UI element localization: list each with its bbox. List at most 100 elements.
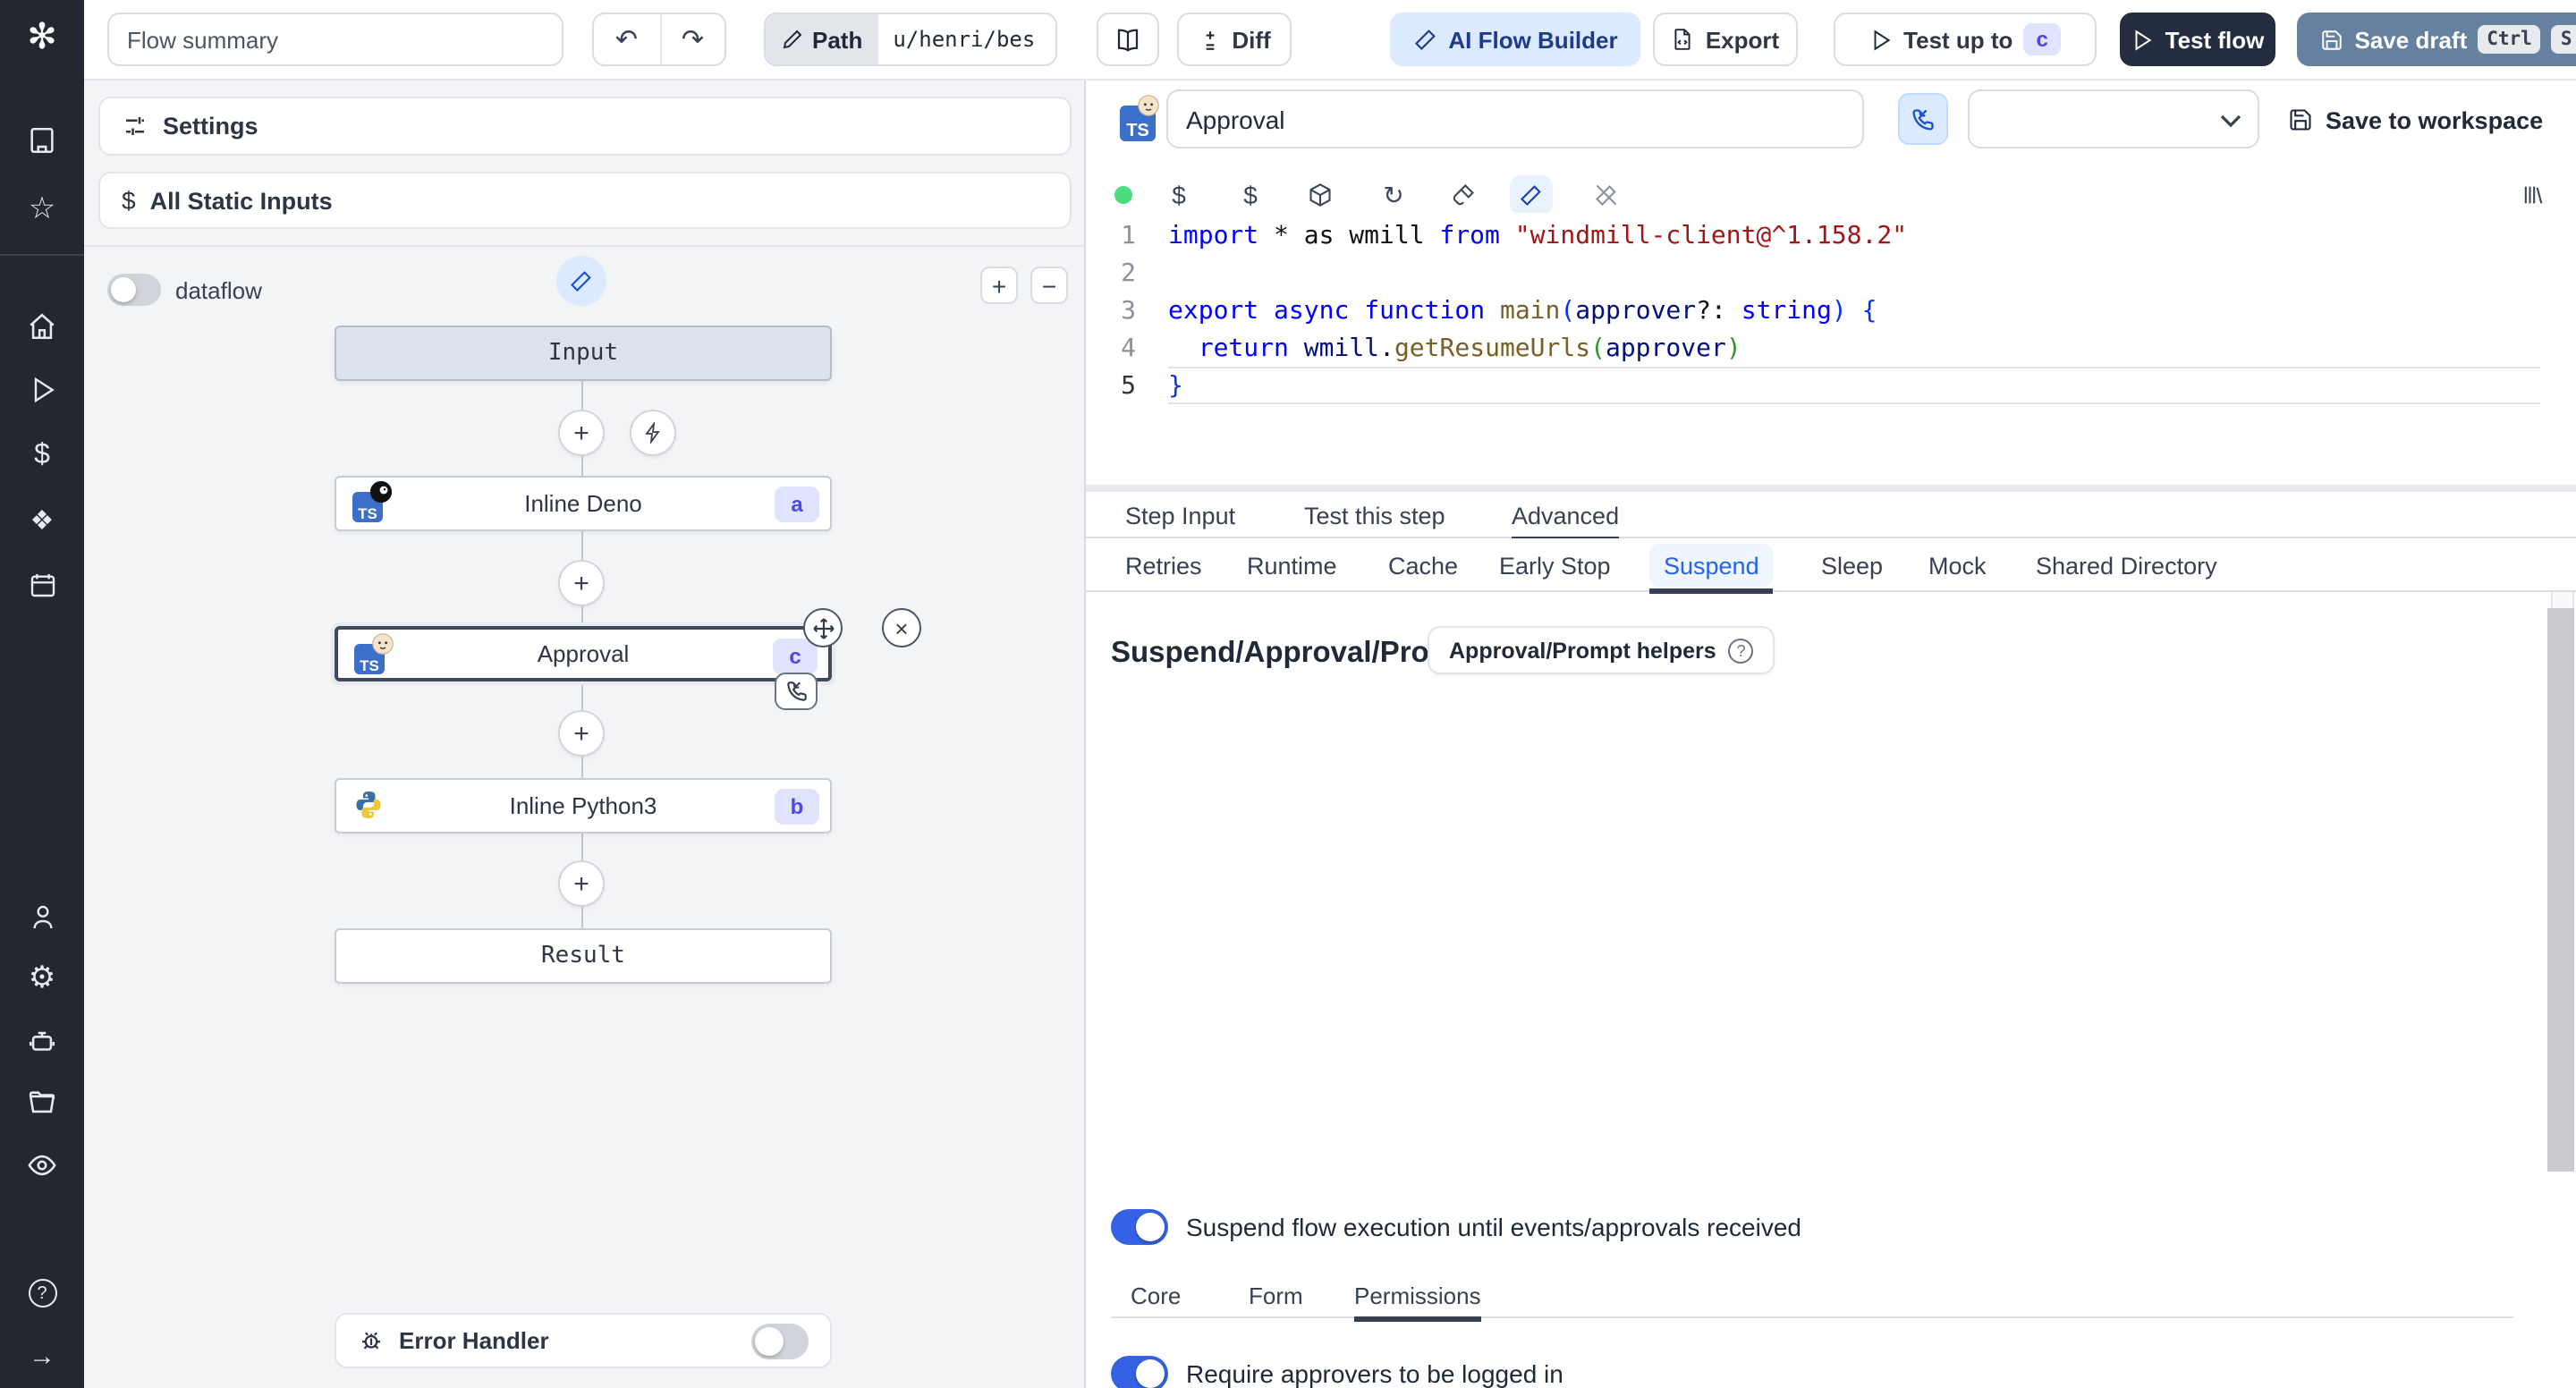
docs-book-button[interactable] — [1097, 13, 1159, 66]
format-brush-icon[interactable] — [1442, 175, 1485, 215]
code-editor[interactable]: 12345 import * as wmill from "windmill-c… — [1086, 213, 2576, 615]
workers-icon[interactable] — [0, 1018, 84, 1064]
suspend-content: Suspend/Approval/Prompt i Approval/Promp… — [1086, 592, 2576, 1388]
panel-scrollbar[interactable] — [2547, 608, 2574, 1172]
flow-settings-button[interactable]: Settings — [98, 97, 1072, 156]
close-icon: × — [894, 614, 909, 641]
audit-logs-eye-icon[interactable] — [0, 1141, 84, 1188]
panel-resize-handle[interactable] — [1086, 485, 2576, 492]
export-button[interactable]: Export — [1653, 13, 1798, 66]
step-id-badge: a — [775, 487, 819, 522]
bun-emoji-icon — [1138, 95, 1159, 116]
node-approval[interactable]: TS Approval c × — [335, 608, 921, 710]
favorites-icon[interactable]: ☆ — [0, 186, 84, 233]
node-result[interactable]: Result — [335, 928, 832, 984]
tab-step-input[interactable]: Step Input — [1125, 492, 1235, 538]
tab-runtime[interactable]: Runtime — [1233, 544, 1352, 587]
insert-step-button[interactable]: + — [558, 560, 605, 606]
bun-ts-icon: TS — [354, 633, 394, 674]
tab-suspend[interactable]: Suspend — [1649, 544, 1774, 594]
runs-icon[interactable] — [0, 367, 84, 413]
save-to-workspace-button[interactable]: Save to workspace — [2288, 95, 2543, 145]
error-handler-toggle[interactable] — [751, 1323, 809, 1358]
zoom-out-button[interactable]: − — [1030, 267, 1068, 304]
move-icon — [812, 617, 834, 639]
reload-icon[interactable]: ↻ — [1372, 175, 1415, 215]
script-version-dropdown[interactable] — [1968, 89, 2259, 148]
lightning-icon — [645, 422, 660, 444]
undo-button[interactable]: ↶ — [594, 14, 659, 64]
node-inline-deno[interactable]: TS Inline Deno a — [335, 476, 832, 531]
home-icon[interactable] — [0, 302, 84, 349]
suspend-phone-button[interactable] — [1898, 93, 1948, 145]
tab-advanced[interactable]: Advanced — [1512, 492, 1620, 542]
resources-icon[interactable]: ❖ — [0, 497, 84, 544]
tab-form[interactable]: Form — [1249, 1272, 1303, 1318]
insert-step-button[interactable]: + — [558, 410, 605, 456]
windmill-logo-icon[interactable]: ✻ — [0, 14, 84, 59]
tab-test-this-step[interactable]: Test this step — [1304, 492, 1445, 538]
step-name-input[interactable]: Approval — [1166, 89, 1864, 148]
tab-core[interactable]: Core — [1131, 1272, 1181, 1318]
edit-path-button[interactable]: Path — [766, 14, 879, 64]
variables-icon[interactable]: $ — [0, 433, 84, 479]
tab-early-stop[interactable]: Early Stop — [1485, 544, 1625, 587]
all-static-inputs-button[interactable]: $ All Static Inputs — [98, 172, 1072, 229]
trigger-button[interactable] — [630, 410, 676, 456]
chevron-down-icon — [2220, 114, 2241, 128]
settings-gear-icon[interactable]: ⚙ — [0, 955, 84, 1002]
tab-permissions[interactable]: Permissions — [1354, 1272, 1481, 1322]
flow-summary-input[interactable]: Flow summary — [107, 13, 564, 66]
help-icon[interactable]: ? — [0, 1270, 84, 1316]
node-input[interactable]: Input — [335, 326, 832, 381]
tab-cache[interactable]: Cache — [1374, 544, 1472, 587]
workspace-icon[interactable] — [0, 116, 84, 163]
resources-picker-icon[interactable]: $ — [1229, 175, 1272, 215]
tab-sleep[interactable]: Sleep — [1807, 544, 1897, 587]
package-icon[interactable] — [1299, 175, 1342, 215]
step-tabs: Step Input Test this step Advanced — [1086, 492, 2576, 542]
move-step-button[interactable] — [803, 608, 843, 647]
approval-prompt-helpers-button[interactable]: Approval/Prompt helpers ? — [1428, 626, 1775, 674]
path-group: Path u/henri/bes — [764, 13, 1057, 66]
deno-emoji-icon — [370, 481, 392, 503]
zoom-in-button[interactable]: + — [980, 267, 1018, 304]
variables-picker-icon[interactable]: $ — [1157, 175, 1200, 215]
test-flow-button[interactable]: Test flow — [2120, 13, 2275, 66]
ai-disabled-wand-icon[interactable] — [1585, 175, 1628, 215]
step-editor-panel: TS Approval Save to workspace $ $ ↻ 1 2 … — [1086, 80, 2576, 1388]
ai-flow-builder-button[interactable]: AI Flow Builder — [1390, 13, 1640, 66]
test-up-to-button[interactable]: Test up to c — [1834, 13, 2097, 66]
magic-wand-icon — [1414, 29, 1436, 50]
require-login-toggle[interactable] — [1111, 1356, 1168, 1388]
insert-step-button[interactable]: + — [558, 710, 605, 757]
ai-assistant-wand-icon[interactable] — [1510, 175, 1553, 215]
save-draft-button[interactable]: Save draft Ctrl S — [2297, 13, 2576, 66]
error-handler-row[interactable]: Error Handler — [335, 1313, 832, 1368]
users-icon[interactable] — [0, 894, 84, 941]
bug-icon — [362, 1332, 380, 1350]
suspend-phone-badge — [775, 673, 818, 710]
graph-ai-wand-button[interactable] — [556, 256, 606, 306]
python-icon — [352, 789, 388, 825]
suspend-toggle[interactable] — [1111, 1209, 1168, 1245]
redo-button[interactable]: ↷ — [659, 14, 724, 64]
tab-mock[interactable]: Mock — [1914, 544, 2001, 587]
expand-sidebar-icon[interactable]: → — [0, 1333, 84, 1379]
tab-retries[interactable]: Retries — [1111, 544, 1216, 587]
dataflow-toggle[interactable] — [107, 274, 161, 306]
lang-status-dot — [1102, 175, 1145, 215]
tab-shared-directory[interactable]: Shared Directory — [2021, 544, 2232, 587]
insert-step-button[interactable]: + — [558, 860, 605, 907]
library-icon[interactable] — [2512, 175, 2555, 215]
suspend-sub-tabs: Core Form Permissions — [1111, 1272, 2513, 1322]
delete-step-button[interactable]: × — [882, 608, 921, 647]
suspend-toggle-label: Suspend flow execution until events/appr… — [1186, 1213, 1801, 1241]
graph-divider — [84, 245, 1084, 247]
node-inline-python3[interactable]: Inline Python3 b — [335, 778, 832, 834]
diff-button[interactable]: Diff — [1177, 13, 1292, 66]
save-icon — [2290, 109, 2311, 131]
schedules-icon[interactable] — [0, 562, 84, 608]
folders-icon[interactable] — [0, 1079, 84, 1125]
book-icon — [1117, 28, 1139, 51]
